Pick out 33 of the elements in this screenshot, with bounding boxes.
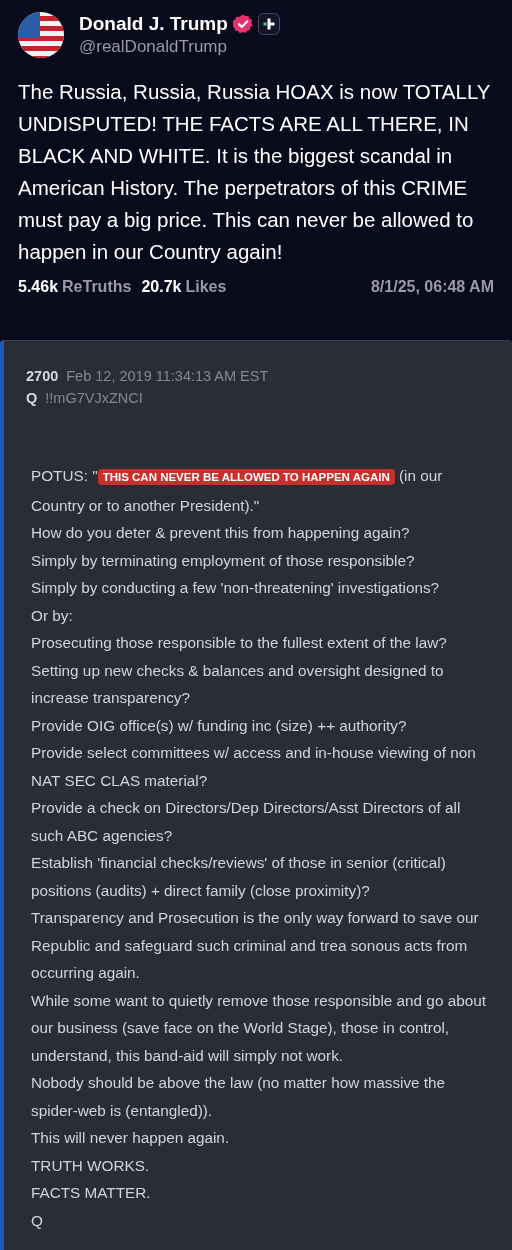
post-line: Or by: bbox=[31, 605, 74, 626]
post-line: Provide a check on Directors/Dep Directors/Asst Directors of all such ABC agencies? bbox=[31, 798, 462, 846]
post-line: Simply by conducting a few 'non-threatening' investigations? bbox=[31, 578, 441, 598]
post-date: Feb 12, 2019 11:34:13 AM EST bbox=[66, 368, 269, 384]
poster-name: Q bbox=[26, 390, 38, 406]
post-text: The Russia, Russia, Russia HOAX is now TOTALLY UNDISPUTED! THE FACTS ARE ALL THERE, IN BLACK AND WHITE. It is the biggest scandal in American History. The perpetrators of this CRIME must pay a big price. This can never be allowed to happen in our Country again! bbox=[18, 79, 492, 265]
post-line: How do you deter & prevent this from happening again? bbox=[31, 523, 411, 543]
retruths-label[interactable]: ReTruths bbox=[62, 278, 132, 296]
avatar[interactable] bbox=[18, 12, 64, 58]
post-line: Provide select committees w/ access and in-house viewing of non NAT SEC CLAS material? bbox=[31, 743, 477, 791]
plus-badge-icon bbox=[257, 13, 280, 35]
highlight-tag: THIS CAN NEVER BE ALLOWED TO HAPPEN AGAIN bbox=[97, 469, 395, 485]
post-line: While some want to quietly remove those responsible and go about our business (save face on the World Stage), those in control, understand, this band-aid will simply not work. bbox=[31, 990, 487, 1066]
likes-count: 20.7k bbox=[141, 278, 182, 296]
post-number: 2700 bbox=[26, 368, 59, 384]
post-line: Nobody should be above the law (no matter how massive the spider-web is (entangled)). bbox=[31, 1073, 447, 1121]
post-line: Establish 'financial checks/reviews' of those in senior (critical) positions (audits) + direct family (close proximity)? bbox=[31, 853, 447, 901]
post-line: Provide OIG office(s) w/ funding inc (size) ++ authority? bbox=[31, 715, 408, 736]
post-line: Prosecuting those responsible to the fullest extent of the law? bbox=[31, 633, 448, 653]
post-line: Q bbox=[31, 1210, 44, 1231]
author-handle[interactable]: @realDonaldTrump bbox=[79, 37, 280, 57]
post-line: Setting up new checks & balances and oversight designed to increase transparency? bbox=[31, 660, 445, 708]
likes-label[interactable]: Likes bbox=[185, 278, 227, 296]
post-line: Simply by terminating employment of those responsible? bbox=[31, 550, 416, 571]
post-line: Transparency and Prosecution is the only way forward to save our Republic and safeguard such criminal and trea sonous acts from occurring again. bbox=[31, 908, 480, 983]
post-line: This will never happen again. bbox=[31, 1128, 231, 1148]
author-name[interactable]: Donald J. Trump bbox=[79, 13, 228, 35]
post-timestamp: 8/1/25, 06:48 AM bbox=[370, 278, 494, 296]
post-line: TRUTH WORKS. bbox=[31, 1155, 151, 1176]
post-line: POTUS: " THIS CAN NEVER BE ALLOWED TO HAPPEN AGAIN (in our Country or to another President)." bbox=[31, 466, 444, 516]
retruths-count: 5.46k bbox=[18, 278, 59, 296]
tripcode: !!mG7VJxZNCI bbox=[45, 390, 143, 406]
post-line: FACTS MATTER. bbox=[31, 1183, 152, 1203]
